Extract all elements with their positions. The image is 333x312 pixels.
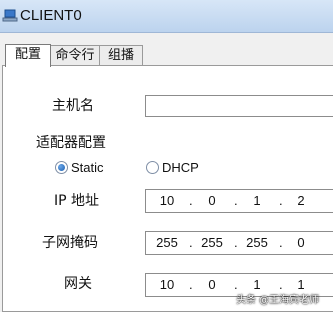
mask-dot: . bbox=[189, 235, 193, 250]
gateway-label: 网关 bbox=[64, 276, 92, 292]
ip-address-input[interactable]: 10 . 0 . 1 . 2 bbox=[145, 189, 333, 213]
hostname-label: 主机名 bbox=[52, 98, 94, 114]
ip-octet-1[interactable]: 10 bbox=[152, 193, 182, 208]
ip-dot: . bbox=[279, 193, 283, 208]
window-titlebar: CLIENT0 bbox=[0, 0, 333, 33]
mask-dot: . bbox=[234, 235, 238, 250]
gateway-dot: . bbox=[279, 277, 283, 292]
gateway-dot: . bbox=[189, 277, 193, 292]
ip-dot: . bbox=[189, 193, 193, 208]
gateway-octet-3[interactable]: 1 bbox=[242, 277, 272, 292]
subnet-mask-input[interactable]: 255 . 255 . 255 . 0 bbox=[145, 231, 333, 255]
static-radio[interactable] bbox=[55, 161, 68, 174]
static-radio-label: Static bbox=[71, 160, 104, 175]
tab-config[interactable]: 配置 bbox=[5, 44, 51, 67]
gateway-dot: . bbox=[234, 277, 238, 292]
ip-octet-2[interactable]: 0 bbox=[197, 193, 227, 208]
subnet-mask-label: 子网掩码 bbox=[42, 235, 98, 251]
gateway-octet-1[interactable]: 10 bbox=[152, 277, 182, 292]
mask-octet-1[interactable]: 255 bbox=[152, 235, 182, 250]
mask-octet-2[interactable]: 255 bbox=[197, 235, 227, 250]
watermark-text: 头条 @王海宾老师 bbox=[236, 295, 320, 306]
mask-dot: . bbox=[279, 235, 283, 250]
dhcp-radio-label: DHCP bbox=[162, 160, 199, 175]
gateway-octet-2[interactable]: 0 bbox=[197, 277, 227, 292]
ip-octet-4[interactable]: 2 bbox=[286, 193, 316, 208]
adapter-section-label: 适配器配置 bbox=[36, 135, 106, 151]
mask-octet-4[interactable]: 0 bbox=[286, 235, 316, 250]
ip-octet-3[interactable]: 1 bbox=[242, 193, 272, 208]
window-title: CLIENT0 bbox=[20, 7, 82, 24]
dhcp-radio[interactable] bbox=[146, 161, 159, 174]
radio-selected-dot bbox=[58, 164, 65, 171]
hostname-input[interactable] bbox=[145, 95, 333, 117]
tab-multicast[interactable]: 组播 bbox=[99, 45, 143, 66]
gateway-octet-4[interactable]: 1 bbox=[286, 277, 316, 292]
laptop-icon bbox=[2, 8, 18, 27]
tab-command-line[interactable]: 命令行 bbox=[49, 45, 101, 66]
mask-octet-3[interactable]: 255 bbox=[242, 235, 272, 250]
ip-address-label: IP 地址 bbox=[54, 193, 100, 209]
ip-dot: . bbox=[234, 193, 238, 208]
